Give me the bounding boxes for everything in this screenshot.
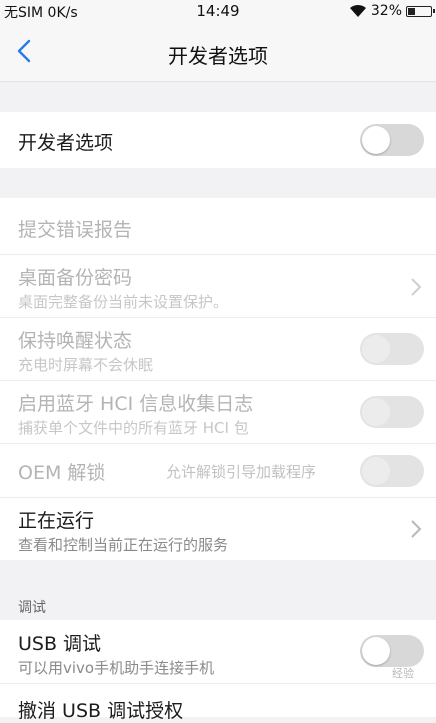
battery-percent: 32% [370,3,402,19]
revoke-usb-label: 撤消 USB 调试授权 [18,700,184,722]
title-bar: 开发者选项 [0,22,436,82]
oem-unlock-label: OEM 解锁 [18,462,106,484]
running-services-subtitle: 查看和控制当前正在运行的服务 [18,536,229,554]
wifi-icon [349,4,366,17]
status-bar: 无SIM 0K/s 14:49 32% [0,0,436,22]
usb-debugging-switch[interactable] [360,635,424,667]
stay-awake-label: 保持唤醒状态 [18,330,133,352]
page-title: 开发者选项 [168,44,268,68]
list-item-bug-report[interactable]: 提交错误报告 [0,198,436,255]
list-item-stay-awake[interactable]: 保持唤醒状态 充电时屏幕不会休眠 [0,318,436,381]
bug-report-label: 提交错误报告 [18,219,133,241]
bt-hci-log-switch[interactable] [360,396,424,428]
battery-icon [406,5,435,17]
list-item-bt-hci-log[interactable]: 启用蓝牙 HCI 信息收集日志 捕获单个文件中的所有蓝牙 HCI 包 [0,381,436,444]
usb-debugging-label: USB 调试 [18,633,102,655]
chevron-right-icon [411,278,422,296]
stay-awake-subtitle: 充电时屏幕不会休眠 [18,356,154,374]
watermark: 经验 [392,667,414,680]
chevron-right-icon [411,520,422,538]
master-toggle-label: 开发者选项 [18,132,114,154]
backup-password-subtitle: 桌面完整备份当前未设置保护。 [18,293,229,311]
oem-unlock-switch[interactable] [360,455,424,487]
list-item-usb-debugging[interactable]: USB 调试 可以用vivo手机助手连接手机 [0,620,436,684]
developer-options-list: 提交错误报告 桌面备份密码 桌面完整备份当前未设置保护。 保持唤醒状态 充电时屏… [0,198,436,560]
list-item-backup-password[interactable]: 桌面备份密码 桌面完整备份当前未设置保护。 [0,255,436,318]
stay-awake-switch[interactable] [360,333,424,365]
master-toggle-row[interactable]: 开发者选项 [0,112,436,168]
debug-section-header: 调试 [18,600,46,616]
running-services-label: 正在运行 [18,510,95,532]
list-item-running-services[interactable]: 正在运行 查看和控制当前正在运行的服务 [0,498,436,560]
bt-hci-log-label: 启用蓝牙 HCI 信息收集日志 [18,393,254,415]
bt-hci-log-subtitle: 捕获单个文件中的所有蓝牙 HCI 包 [18,419,249,437]
master-toggle-switch[interactable] [360,124,424,156]
status-icons: 32% [349,2,435,20]
backup-password-label: 桌面备份密码 [18,267,133,289]
usb-debugging-subtitle: 可以用vivo手机助手连接手机 [18,659,215,677]
debug-section-list: USB 调试 可以用vivo手机助手连接手机 撤消 USB 调试授权 [0,620,436,722]
oem-unlock-hint: 允许解锁引导加载程序 [166,463,317,481]
list-item-oem-unlock[interactable]: OEM 解锁 允许解锁引导加载程序 [0,444,436,498]
list-item-revoke-usb[interactable]: 撤消 USB 调试授权 [0,684,436,722]
